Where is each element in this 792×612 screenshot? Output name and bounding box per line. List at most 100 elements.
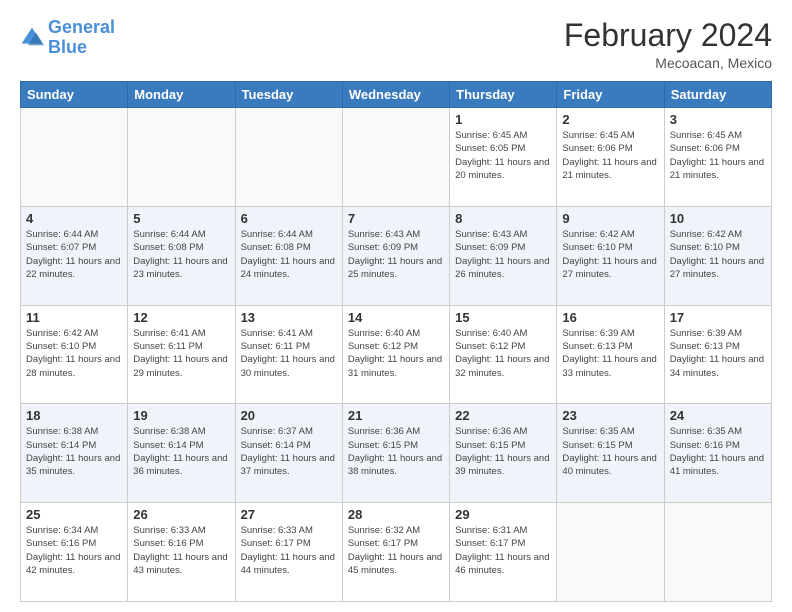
- table-row: 9Sunrise: 6:42 AM Sunset: 6:10 PM Daylig…: [557, 206, 664, 305]
- day-info: Sunrise: 6:32 AM Sunset: 6:17 PM Dayligh…: [348, 524, 444, 577]
- day-number: 23: [562, 408, 658, 423]
- day-number: 10: [670, 211, 766, 226]
- day-number: 2: [562, 112, 658, 127]
- table-row: 10Sunrise: 6:42 AM Sunset: 6:10 PM Dayli…: [664, 206, 771, 305]
- location: Mecoacan, Mexico: [564, 55, 772, 71]
- table-row: 5 Sunrise: 6:44 AM Sunset: 6:08 PM Daylig…: [128, 206, 235, 305]
- day-info: Sunrise: 6:33 AM Sunset: 6:17 PM Dayligh…: [241, 524, 337, 577]
- col-thursday: Thursday: [450, 82, 557, 108]
- col-friday: Friday: [557, 82, 664, 108]
- day-number: 4: [26, 211, 122, 226]
- header: General Blue February 2024 Mecoacan, Mex…: [20, 18, 772, 71]
- day-info: Sunrise: 6:45 AM Sunset: 6:06 PM Dayligh…: [670, 129, 766, 182]
- day-number: 5: [133, 211, 229, 226]
- logo: General Blue: [20, 18, 115, 58]
- day-info: Sunrise: 6:40 AM Sunset: 6:12 PM Dayligh…: [455, 327, 551, 380]
- table-row: 29 Sunrise: 6:31 AM Sunset: 6:17 PM Dayli…: [450, 503, 557, 602]
- page: General Blue February 2024 Mecoacan, Mex…: [0, 0, 792, 612]
- col-sunday: Sunday: [21, 82, 128, 108]
- day-info: Sunrise: 6:40 AM Sunset: 6:12 PM Dayligh…: [348, 327, 444, 380]
- table-row: 16 Sunrise: 6:39 AM Sunset: 6:13 PM Dayli…: [557, 305, 664, 404]
- day-info: Sunrise: 6:45 AM Sunset: 6:06 PM Dayligh…: [562, 129, 658, 182]
- day-info: Sunrise: 6:34 AM Sunset: 6:16 PM Dayligh…: [26, 524, 122, 577]
- table-row: 23 Sunrise: 6:35 AM Sunset: 6:15 PM Dayli…: [557, 404, 664, 503]
- table-row: [664, 503, 771, 602]
- day-info: Sunrise: 6:38 AM Sunset: 6:14 PM Dayligh…: [26, 425, 122, 478]
- table-row: 4Sunrise: 6:44 AM Sunset: 6:07 PM Daylig…: [21, 206, 128, 305]
- table-row: [342, 108, 449, 207]
- table-row: 17 Sunrise: 6:39 AM Sunset: 6:13 PM Dayli…: [664, 305, 771, 404]
- day-number: 12: [133, 310, 229, 325]
- table-row: [21, 108, 128, 207]
- table-row: 20 Sunrise: 6:37 AM Sunset: 6:14 PM Dayli…: [235, 404, 342, 503]
- logo-blue: Blue: [48, 37, 87, 57]
- day-info: Sunrise: 6:35 AM Sunset: 6:15 PM Dayligh…: [562, 425, 658, 478]
- table-row: 26Sunrise: 6:33 AM Sunset: 6:16 PM Dayli…: [128, 503, 235, 602]
- day-number: 11: [26, 310, 122, 325]
- day-number: 15: [455, 310, 551, 325]
- day-number: 9: [562, 211, 658, 226]
- table-row: 15 Sunrise: 6:40 AM Sunset: 6:12 PM Dayli…: [450, 305, 557, 404]
- table-row: 8 Sunrise: 6:43 AM Sunset: 6:09 PM Daylig…: [450, 206, 557, 305]
- day-number: 8: [455, 211, 551, 226]
- table-row: 12 Sunrise: 6:41 AM Sunset: 6:11 PM Dayli…: [128, 305, 235, 404]
- table-row: 2 Sunrise: 6:45 AM Sunset: 6:06 PM Daylig…: [557, 108, 664, 207]
- table-row: 7Sunrise: 6:43 AM Sunset: 6:09 PM Daylig…: [342, 206, 449, 305]
- col-monday: Monday: [128, 82, 235, 108]
- day-info: Sunrise: 6:33 AM Sunset: 6:16 PM Dayligh…: [133, 524, 229, 577]
- calendar-table: Sunday Monday Tuesday Wednesday Thursday…: [20, 81, 772, 602]
- logo-text: General Blue: [48, 18, 115, 58]
- day-info: Sunrise: 6:41 AM Sunset: 6:11 PM Dayligh…: [241, 327, 337, 380]
- calendar-week-row: 1 Sunrise: 6:45 AM Sunset: 6:05 PM Daylig…: [21, 108, 772, 207]
- day-info: Sunrise: 6:44 AM Sunset: 6:08 PM Dayligh…: [133, 228, 229, 281]
- day-number: 14: [348, 310, 444, 325]
- table-row: [128, 108, 235, 207]
- day-number: 17: [670, 310, 766, 325]
- title-block: February 2024 Mecoacan, Mexico: [564, 18, 772, 71]
- table-row: 19 Sunrise: 6:38 AM Sunset: 6:14 PM Dayli…: [128, 404, 235, 503]
- day-info: Sunrise: 6:45 AM Sunset: 6:05 PM Dayligh…: [455, 129, 551, 182]
- day-number: 6: [241, 211, 337, 226]
- day-info: Sunrise: 6:44 AM Sunset: 6:08 PM Dayligh…: [241, 228, 337, 281]
- table-row: 3 Sunrise: 6:45 AM Sunset: 6:06 PM Daylig…: [664, 108, 771, 207]
- day-number: 20: [241, 408, 337, 423]
- day-info: Sunrise: 6:41 AM Sunset: 6:11 PM Dayligh…: [133, 327, 229, 380]
- day-info: Sunrise: 6:39 AM Sunset: 6:13 PM Dayligh…: [670, 327, 766, 380]
- col-saturday: Saturday: [664, 82, 771, 108]
- day-number: 3: [670, 112, 766, 127]
- day-info: Sunrise: 6:37 AM Sunset: 6:14 PM Dayligh…: [241, 425, 337, 478]
- day-info: Sunrise: 6:38 AM Sunset: 6:14 PM Dayligh…: [133, 425, 229, 478]
- day-number: 13: [241, 310, 337, 325]
- month-title: February 2024: [564, 18, 772, 53]
- day-info: Sunrise: 6:36 AM Sunset: 6:15 PM Dayligh…: [455, 425, 551, 478]
- col-tuesday: Tuesday: [235, 82, 342, 108]
- day-number: 16: [562, 310, 658, 325]
- day-info: Sunrise: 6:43 AM Sunset: 6:09 PM Dayligh…: [348, 228, 444, 281]
- day-number: 22: [455, 408, 551, 423]
- day-number: 1: [455, 112, 551, 127]
- day-number: 19: [133, 408, 229, 423]
- day-number: 28: [348, 507, 444, 522]
- day-number: 18: [26, 408, 122, 423]
- table-row: 25 Sunrise: 6:34 AM Sunset: 6:16 PM Dayli…: [21, 503, 128, 602]
- calendar-week-row: 11 Sunrise: 6:42 AM Sunset: 6:10 PM Dayli…: [21, 305, 772, 404]
- table-row: 1 Sunrise: 6:45 AM Sunset: 6:05 PM Daylig…: [450, 108, 557, 207]
- table-row: 6 Sunrise: 6:44 AM Sunset: 6:08 PM Daylig…: [235, 206, 342, 305]
- table-row: 21Sunrise: 6:36 AM Sunset: 6:15 PM Dayli…: [342, 404, 449, 503]
- day-info: Sunrise: 6:39 AM Sunset: 6:13 PM Dayligh…: [562, 327, 658, 380]
- day-number: 25: [26, 507, 122, 522]
- day-info: Sunrise: 6:36 AM Sunset: 6:15 PM Dayligh…: [348, 425, 444, 478]
- day-number: 24: [670, 408, 766, 423]
- table-row: 22 Sunrise: 6:36 AM Sunset: 6:15 PM Dayli…: [450, 404, 557, 503]
- col-wednesday: Wednesday: [342, 82, 449, 108]
- day-info: Sunrise: 6:31 AM Sunset: 6:17 PM Dayligh…: [455, 524, 551, 577]
- table-row: 13 Sunrise: 6:41 AM Sunset: 6:11 PM Dayli…: [235, 305, 342, 404]
- calendar-header-row: Sunday Monday Tuesday Wednesday Thursday…: [21, 82, 772, 108]
- table-row: [235, 108, 342, 207]
- day-number: 29: [455, 507, 551, 522]
- table-row: 11 Sunrise: 6:42 AM Sunset: 6:10 PM Dayli…: [21, 305, 128, 404]
- day-info: Sunrise: 6:43 AM Sunset: 6:09 PM Dayligh…: [455, 228, 551, 281]
- day-info: Sunrise: 6:42 AM Sunset: 6:10 PM Dayligh…: [26, 327, 122, 380]
- table-row: 18 Sunrise: 6:38 AM Sunset: 6:14 PM Dayli…: [21, 404, 128, 503]
- day-number: 27: [241, 507, 337, 522]
